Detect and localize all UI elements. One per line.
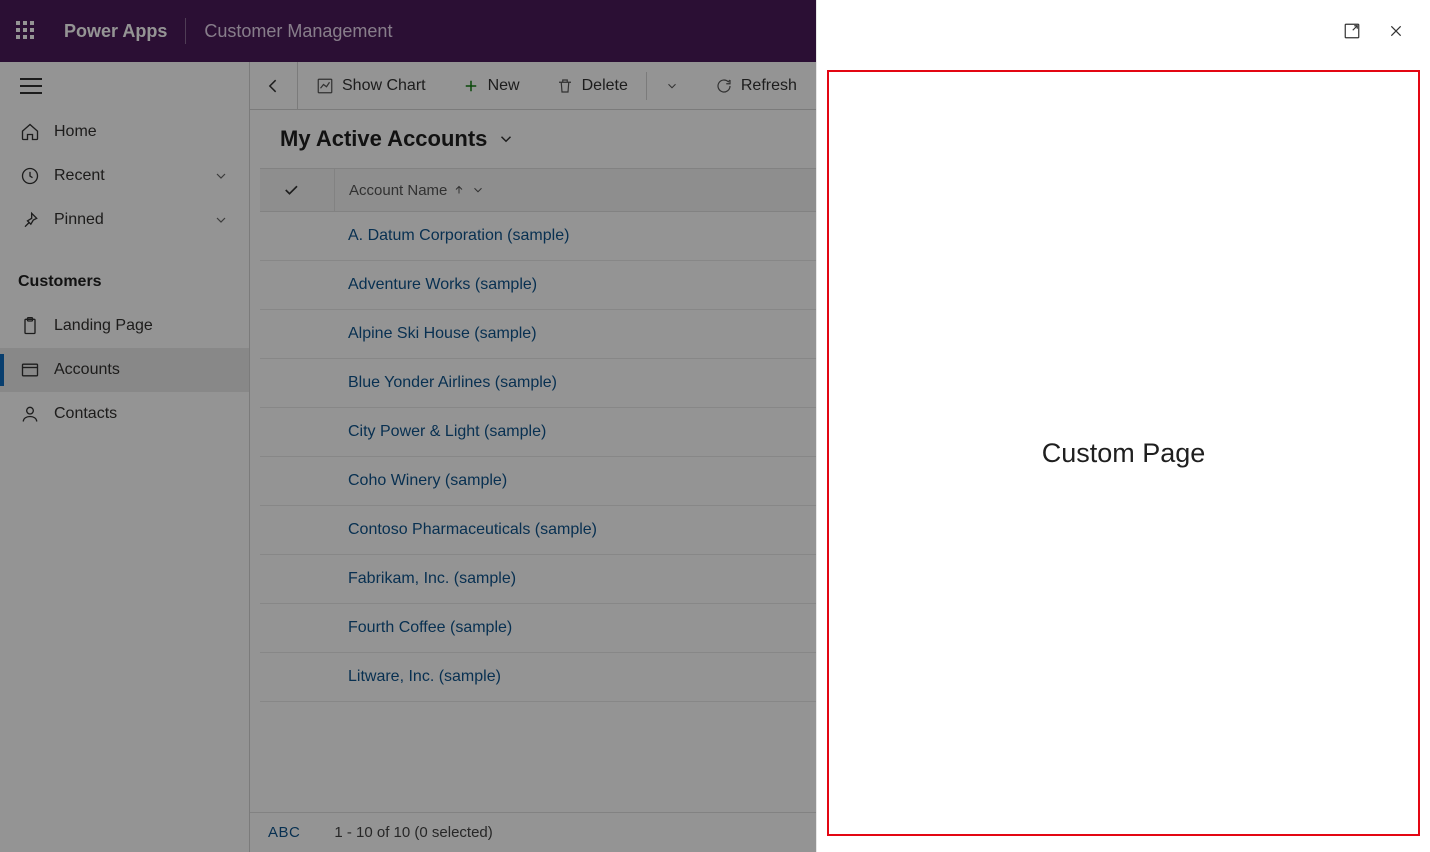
- expand-icon[interactable]: [1342, 21, 1362, 41]
- chevron-down-icon[interactable]: [497, 130, 515, 148]
- chevron-down-icon[interactable]: [471, 183, 485, 197]
- sidebar-item-landing-page[interactable]: Landing Page: [0, 304, 249, 348]
- sidebar-item-label: Recent: [54, 167, 213, 185]
- row-range-text: 1 - 10 of 10 (0 selected): [334, 824, 492, 841]
- sidebar: Home Recent Pinned Customers: [0, 62, 250, 852]
- sidebar-item-contacts[interactable]: Contacts: [0, 392, 249, 436]
- sidebar-item-label: Home: [54, 123, 229, 141]
- sort-asc-icon: [453, 184, 465, 196]
- abc-filter[interactable]: ABC: [268, 824, 300, 841]
- view-name[interactable]: My Active Accounts: [280, 126, 487, 152]
- hamburger-icon[interactable]: [20, 78, 42, 94]
- command-refresh[interactable]: Refresh: [697, 62, 815, 109]
- clipboard-icon: [20, 316, 54, 336]
- side-pane: Custom Page: [816, 0, 1430, 852]
- environment-name[interactable]: Customer Management: [204, 21, 392, 42]
- window-icon: [20, 360, 54, 380]
- back-button[interactable]: [250, 62, 298, 109]
- sidebar-item-accounts[interactable]: Accounts: [0, 348, 249, 392]
- command-show-chart[interactable]: Show Chart: [298, 62, 444, 109]
- pane-content-title: Custom Page: [1042, 438, 1206, 469]
- sidebar-item-label: Accounts: [54, 361, 229, 379]
- command-delete-split[interactable]: [647, 62, 697, 109]
- sidebar-item-label: Landing Page: [54, 317, 229, 335]
- command-label: New: [488, 77, 520, 95]
- app-name: Power Apps: [64, 21, 167, 42]
- command-new[interactable]: New: [444, 62, 538, 109]
- sidebar-item-label: Contacts: [54, 405, 229, 423]
- sidebar-item-home[interactable]: Home: [0, 110, 249, 154]
- sidebar-item-recent[interactable]: Recent: [0, 154, 249, 198]
- column-label: Account Name: [349, 182, 447, 199]
- command-label: Show Chart: [342, 77, 426, 95]
- person-icon: [20, 404, 54, 424]
- sidebar-item-label: Pinned: [54, 211, 213, 229]
- waffle-icon[interactable]: [16, 21, 36, 41]
- command-label: Delete: [582, 77, 628, 95]
- chevron-down-icon: [213, 212, 229, 228]
- pin-icon: [20, 210, 54, 230]
- close-icon[interactable]: [1386, 21, 1406, 41]
- clock-icon: [20, 166, 54, 186]
- home-icon: [20, 122, 54, 142]
- sidebar-group-customers: Customers: [0, 260, 249, 304]
- command-delete[interactable]: Delete: [538, 62, 646, 109]
- topbar-divider: [185, 18, 186, 44]
- command-label: Refresh: [741, 77, 797, 95]
- select-all-checkbox[interactable]: [270, 181, 334, 199]
- chevron-down-icon: [213, 168, 229, 184]
- sidebar-item-pinned[interactable]: Pinned: [0, 198, 249, 242]
